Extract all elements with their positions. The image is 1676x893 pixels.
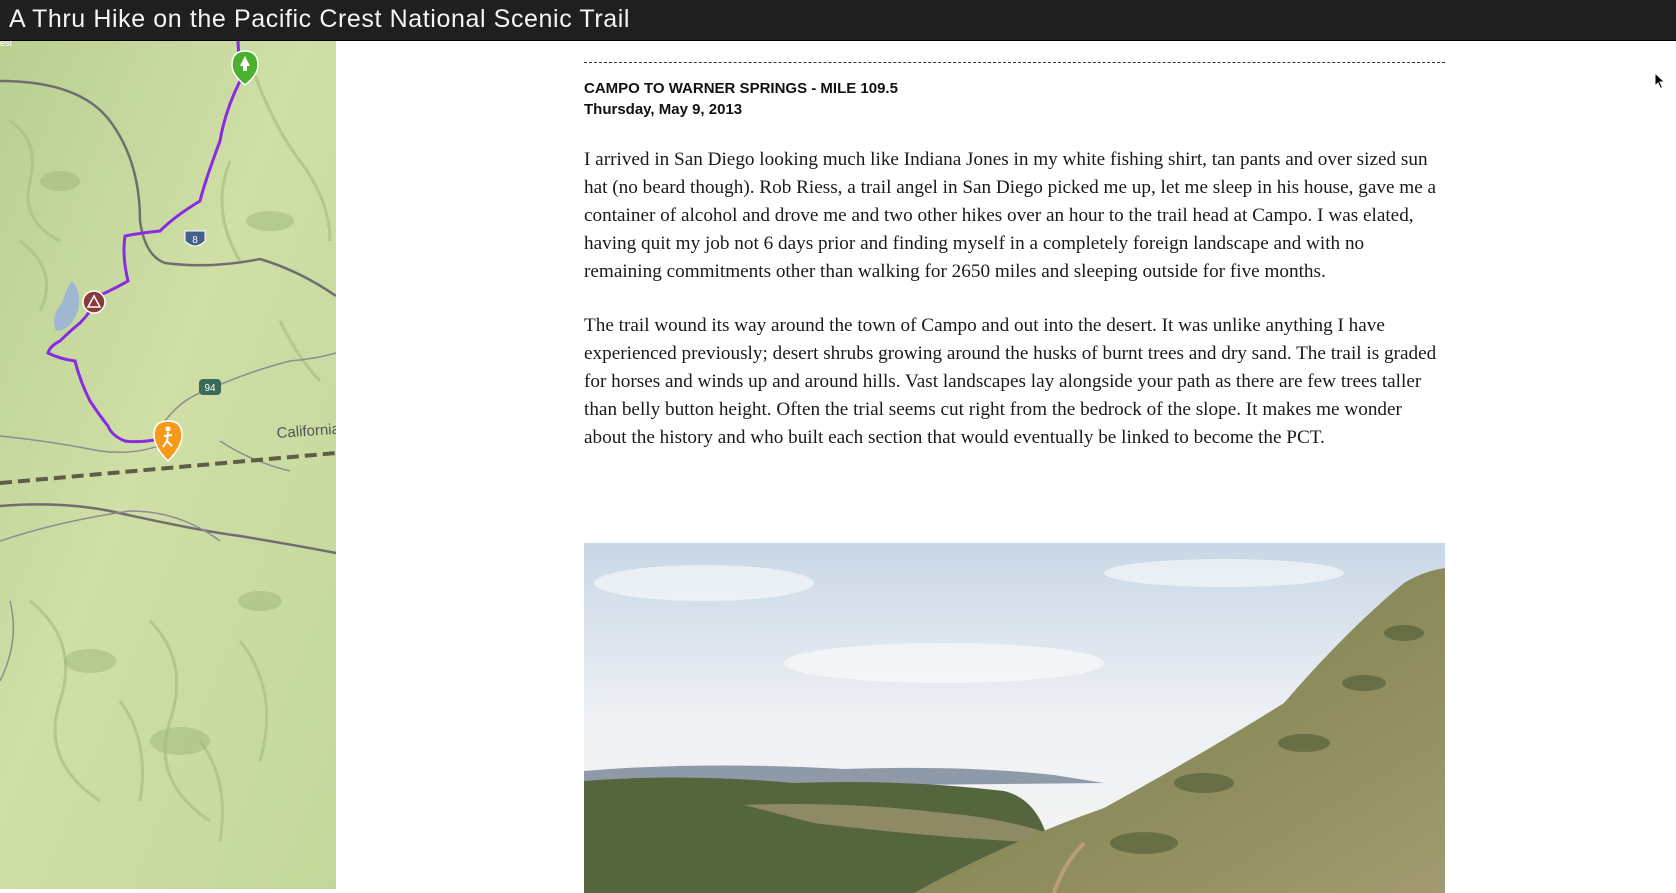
photo-image: [584, 543, 1445, 893]
map-canvas[interactable]: 8 94 California est: [0, 41, 336, 889]
interstate-label: 8: [192, 235, 198, 246]
post-date: Thursday, May 9, 2013: [584, 101, 743, 118]
site-title[interactable]: A Thru Hike on the Pacific Crest Nationa…: [9, 5, 630, 34]
trail-photo[interactable]: [584, 543, 1445, 893]
post-paragraph: The trail wound its way around the town …: [584, 315, 1437, 448]
highway-94-shield: 94: [199, 379, 221, 395]
highway-label: 94: [204, 383, 216, 394]
post-title: CAMPO TO WARNER SPRINGS - MILE 109.5: [584, 80, 898, 97]
post-paragraph: I arrived in San Diego looking much like…: [584, 149, 1437, 282]
corner-label: est: [0, 41, 13, 48]
site-header: A Thru Hike on the Pacific Crest Nationa…: [0, 0, 1676, 41]
campsite-marker-icon[interactable]: [82, 290, 106, 314]
mouse-cursor-icon: [1654, 71, 1666, 95]
post-divider: [584, 62, 1445, 63]
interstate-8-shield: 8: [184, 230, 206, 247]
blog-post: CAMPO TO WARNER SPRINGS - MILE 109.5 Thu…: [584, 41, 1445, 893]
terrain-background: [0, 41, 336, 889]
trail-map[interactable]: 8 94 California est: [0, 41, 336, 889]
